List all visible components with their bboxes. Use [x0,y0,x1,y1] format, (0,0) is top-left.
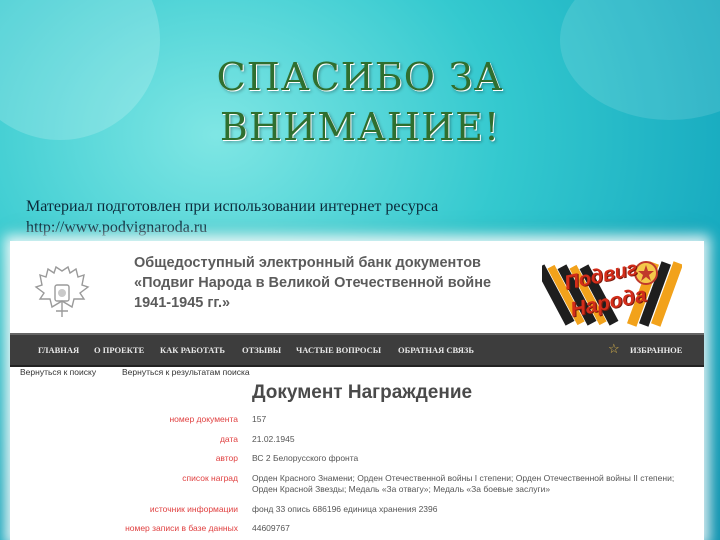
document-title: Документ Награждение [252,382,473,403]
slide-title-line2: ВНИМАНИЕ! [219,105,501,149]
site-navbar: ГЛАВНАЯ О ПРОЕКТЕ КАК РАБОТАТЬ ОТЗЫВЫ ЧА… [10,333,704,367]
field-value-date: 21.02.1945 [252,434,295,444]
nav-item-home[interactable]: ГЛАВНАЯ [38,345,79,355]
field-label-doc-number: номер документа [169,414,238,424]
nav-item-how-to[interactable]: КАК РАБОТАТЬ [160,345,225,355]
bank-title: Общедоступный электронный банк документо… [134,253,534,313]
caption-line1: Материал подготовлен при использовании и… [26,198,439,215]
field-label-source: источник информации [149,504,238,514]
website-screenshot: Общедоступный электронный банк документо… [10,241,704,540]
slide-title-line1: СПАСИБО ЗА [216,55,504,99]
back-to-results-link[interactable]: Вернуться к результатам поиска [122,367,250,377]
nav-item-about[interactable]: О ПРОЕКТЕ [94,345,144,355]
field-label-record-number: номер записи в базе данных [125,523,238,533]
nav-item-favorites[interactable]: ИЗБРАННОЕ [630,345,682,355]
field-value-record-number: 44609767 [252,523,290,533]
field-value-author: ВС 2 Белорусского фронта [252,453,359,463]
back-to-search-link[interactable]: Вернуться к поиску [20,367,96,377]
bank-title-line1: Общедоступный электронный банк документо… [134,255,481,271]
eagle-emblem-icon [34,265,90,317]
podvig-naroda-logo[interactable]: Подвиг Народа [535,253,683,331]
field-label-awards: список наград [182,473,238,483]
slide-caption: Материал подготовлен при использовании и… [26,196,646,238]
field-value-doc-number: 157 [252,414,267,424]
slide-title: СПАСИБО ЗА ВНИМАНИЕ! [0,52,720,152]
nav-item-reviews[interactable]: ОТЗЫВЫ [242,345,281,355]
nav-item-feedback[interactable]: ОБРАТНАЯ СВЯЗЬ [398,345,474,355]
field-label-date: дата [219,434,238,444]
star-icon[interactable]: ☆ [608,341,620,357]
nav-item-faq[interactable]: ЧАСТЫЕ ВОПРОСЫ [296,345,381,355]
field-value-source: фонд 33 опись 686196 единица хранения 23… [252,504,438,514]
field-label-author: автор [215,453,238,463]
field-value-awards: Орден Красного Знамени; Орден Отечествен… [252,473,675,494]
caption-url[interactable]: http://www.podvignaroda.ru [26,217,646,238]
bank-title-line2: «Подвиг Народа в Великой Отечественной в… [134,275,492,291]
bank-title-line3: 1941-1945 гг.» [134,295,231,311]
